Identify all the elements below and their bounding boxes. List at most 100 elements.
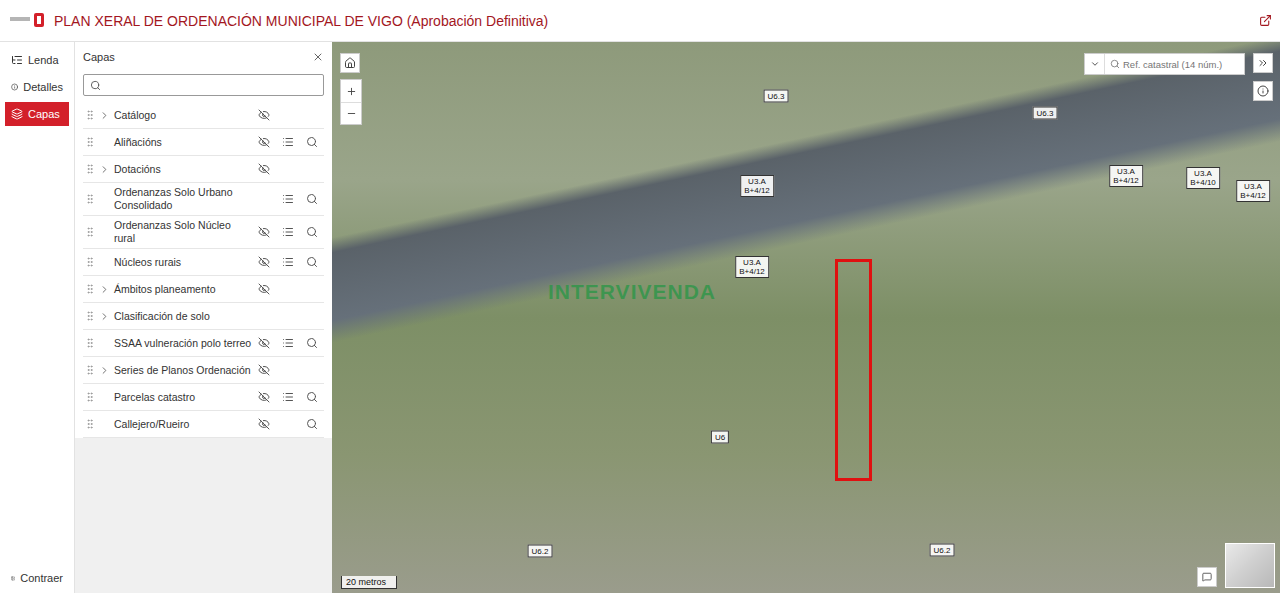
expand-icon[interactable]	[99, 110, 110, 121]
drag-handle-icon[interactable]	[84, 226, 96, 238]
panel-title: Capas	[83, 51, 115, 63]
layer-row[interactable]: SSAA vulneración polo terreo	[83, 330, 324, 357]
drag-handle-icon[interactable]	[84, 364, 96, 376]
drag-handle-icon[interactable]	[84, 283, 96, 295]
layer-search	[83, 74, 324, 96]
legend-icon[interactable]	[282, 226, 294, 238]
city-logo-icon	[10, 12, 46, 30]
rail-item[interactable]: Detalles	[5, 75, 69, 99]
scale-bar: 20 metros	[341, 576, 397, 589]
body: Lenda Detalles Capas Contraer Capas Catálogo A…	[0, 42, 1280, 593]
minus-icon	[346, 108, 357, 119]
zone-label: U6.3	[764, 90, 789, 103]
drag-handle-icon[interactable]	[84, 109, 96, 121]
layer-name: Núcleos rurais	[111, 256, 252, 269]
app: PLAN XERAL DE ORDENACIÓN MUNICIPAL DE VI…	[0, 0, 1280, 593]
drag-handle-icon[interactable]	[84, 310, 96, 322]
eye-off-icon[interactable]	[258, 163, 270, 175]
rail-item[interactable]: Capas	[5, 102, 69, 126]
layer-row[interactable]: Aliñacións	[83, 129, 324, 156]
drag-handle-icon[interactable]	[84, 391, 96, 403]
app-title: PLAN XERAL DE ORDENACIÓN MUNICIPAL DE VI…	[54, 13, 1251, 29]
layer-search-input[interactable]	[105, 78, 317, 92]
zone-label: U6.2	[528, 545, 553, 558]
cadastral-search-input[interactable]	[1120, 58, 1244, 71]
layer-row[interactable]: Ordenanzas Solo Núcleo rural	[83, 216, 324, 249]
layer-name: Callejero/Rueiro	[111, 418, 252, 431]
layer-name: Aliñacións	[111, 136, 252, 149]
expand-icon[interactable]	[99, 365, 110, 376]
layer-row[interactable]: Dotacións	[83, 156, 324, 183]
eye-off-icon[interactable]	[258, 109, 270, 121]
zoom-search-icon[interactable]	[306, 391, 318, 403]
collapse-button[interactable]: Contraer	[5, 566, 69, 590]
map[interactable]: U6.3U6.3U3.AB+4/12U3.AB+4/12U3.AB+4/10U3…	[332, 42, 1280, 593]
dropdown-icon	[1090, 59, 1100, 69]
expand-toolbar-button[interactable]	[1253, 53, 1273, 73]
eye-off-icon[interactable]	[258, 283, 270, 295]
layer-name: Ordenanzas Solo Núcleo rural	[111, 219, 252, 245]
drag-handle-icon[interactable]	[84, 136, 96, 148]
layer-name: Ámbitos planeamento	[111, 283, 252, 296]
legend-icon[interactable]	[282, 193, 294, 205]
zoom-search-icon[interactable]	[306, 226, 318, 238]
eye-off-icon[interactable]	[258, 418, 270, 430]
close-icon[interactable]	[312, 51, 324, 63]
layer-name: SSAA vulneración polo terreo	[111, 337, 252, 350]
zone-label: U3.AB+4/12	[735, 256, 769, 278]
attribution-button[interactable]	[1197, 567, 1217, 587]
zone-label: U6.3	[1033, 107, 1058, 120]
info-button[interactable]	[1253, 81, 1273, 101]
zoom-in-button[interactable]	[341, 80, 361, 102]
legend-icon[interactable]	[282, 391, 294, 403]
layer-name: Catálogo	[111, 109, 252, 122]
search-source-dropdown[interactable]	[1085, 54, 1105, 74]
layer-row[interactable]: Clasificación de solo	[83, 303, 324, 330]
eye-off-icon[interactable]	[258, 337, 270, 349]
zone-label: U3.AB+4/12	[1109, 165, 1143, 187]
layer-row[interactable]: Ordenanzas Solo Urbano Consolidado	[83, 183, 324, 216]
drag-handle-icon[interactable]	[84, 337, 96, 349]
layer-row[interactable]: Callejero/Rueiro	[83, 411, 324, 438]
external-link-icon[interactable]	[1259, 14, 1272, 27]
eye-off-icon[interactable]	[258, 136, 270, 148]
rail-item-icon	[11, 108, 23, 120]
layer-name: Series de Planos Ordenación	[111, 364, 252, 377]
zoom-search-icon[interactable]	[306, 136, 318, 148]
drag-handle-icon[interactable]	[84, 256, 96, 268]
layer-name: Parcelas catastro	[111, 391, 252, 404]
zoom-search-icon[interactable]	[306, 193, 318, 205]
eye-off-icon[interactable]	[258, 391, 270, 403]
drag-handle-icon[interactable]	[84, 163, 96, 175]
layer-row[interactable]: Catálogo	[83, 102, 324, 129]
layer-row[interactable]: Núcleos rurais	[83, 249, 324, 276]
rail-item[interactable]: Lenda	[5, 48, 69, 72]
zoom-controls	[340, 79, 362, 125]
layers-panel: Capas Catálogo Aliñacións Dotacións Ordenanz…	[75, 42, 332, 593]
expand-icon[interactable]	[99, 164, 110, 175]
eye-off-icon[interactable]	[258, 226, 270, 238]
expand-icon[interactable]	[99, 311, 110, 322]
overview-map[interactable]	[1225, 543, 1275, 588]
zoom-search-icon[interactable]	[306, 418, 318, 430]
zoom-search-icon[interactable]	[306, 256, 318, 268]
zoom-search-icon[interactable]	[306, 337, 318, 349]
plus-icon	[346, 86, 357, 97]
legend-icon[interactable]	[282, 256, 294, 268]
search-icon	[90, 80, 101, 91]
drag-handle-icon[interactable]	[84, 418, 96, 430]
layer-name: Dotacións	[111, 163, 252, 176]
legend-icon[interactable]	[282, 337, 294, 349]
layer-row[interactable]: Ámbitos planeamento	[83, 276, 324, 303]
eye-off-icon[interactable]	[258, 364, 270, 376]
zoom-out-button[interactable]	[341, 102, 361, 124]
home-button[interactable]	[340, 53, 360, 73]
eye-off-icon[interactable]	[258, 256, 270, 268]
expand-icon[interactable]	[99, 284, 110, 295]
drag-handle-icon[interactable]	[84, 193, 96, 205]
legend-icon[interactable]	[282, 136, 294, 148]
layer-row[interactable]: Series de Planos Ordenación	[83, 357, 324, 384]
layer-list: Catálogo Aliñacións Dotacións Ordenanzas So…	[83, 102, 324, 438]
layer-row[interactable]: Parcelas catastro	[83, 384, 324, 411]
rail-item-icon	[11, 81, 18, 93]
